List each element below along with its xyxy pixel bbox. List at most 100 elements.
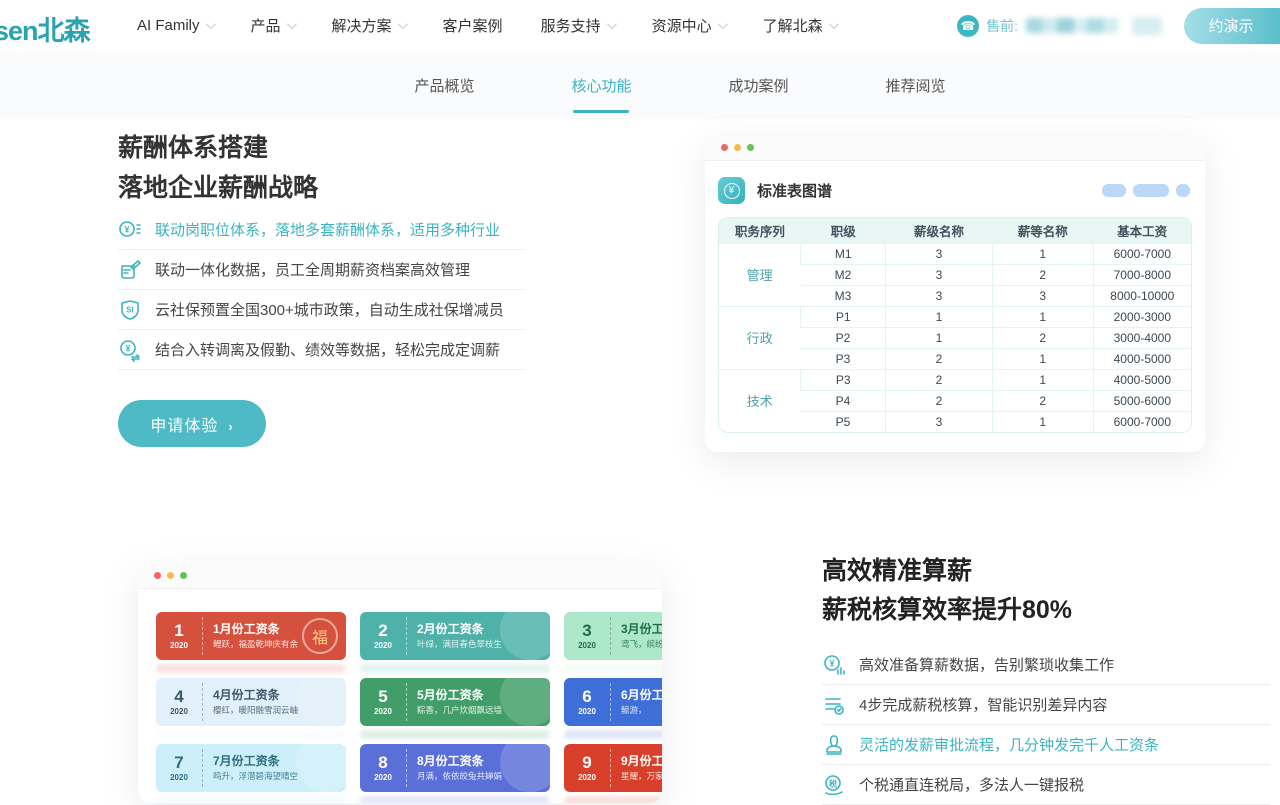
- payroll-title: 高效精准算薪 薪税核算效率提升80%: [822, 552, 1072, 630]
- arrow-right-icon: ›: [228, 419, 233, 434]
- table-cell: 2: [886, 390, 993, 411]
- payslip-tile-cell: 420204月份工资条樱红，暖阳融雪润云岫: [156, 678, 346, 744]
- table-cell: 1: [992, 411, 1093, 432]
- payslip-tile-cell: 920209月份工资条星耀，万家: [564, 744, 662, 803]
- tile-month: 42020: [156, 688, 202, 716]
- tile-reflection: [156, 730, 346, 739]
- pill-button-icon: [1176, 184, 1190, 197]
- tile-subtitle: 粽香，几户炊烟飘远墙: [417, 705, 502, 716]
- chevron-down-icon: [829, 19, 839, 29]
- tile-title: 7月份工资条: [213, 753, 298, 769]
- table-cell: P2: [801, 327, 886, 348]
- salary-system-title-line1: 薪酬体系搭建: [118, 128, 318, 168]
- window-titlebar: [138, 563, 662, 589]
- tab-label: 核心功能: [571, 75, 631, 96]
- table-cell: 3: [886, 285, 993, 306]
- payslip-calendar-card: 120201月份工资条鲤跃，福盈乾坤庆有余福220202月份工资条叶绿，满目春色…: [138, 563, 662, 803]
- feature-text: 个税通直连税局，多法人一键报税: [859, 774, 1084, 795]
- salary-grade-table: 职务序列职级薪级名称薪等名称基本工资 管理M1316000-7000M23270…: [719, 218, 1191, 432]
- nav-item-label: 解决方案: [332, 15, 392, 36]
- nav-item-label: 了解北森: [763, 15, 823, 36]
- payslip-tile: 420204月份工资条樱红，暖阳融雪润云岫: [156, 678, 346, 726]
- main-menu: AI Family 产品 解决方案 客户案例 服务支持 资源中心 了解北森: [137, 0, 836, 51]
- table-cell: P1: [801, 306, 886, 327]
- tile-subtitle: 鲸游，: [621, 705, 662, 716]
- table-cell: 2: [886, 348, 993, 369]
- tab-label: 推荐阅览: [886, 75, 946, 96]
- tile-title: 5月份工资条: [417, 687, 502, 703]
- blurred-chip: [1132, 17, 1162, 35]
- job-series-cell: 行政: [719, 306, 801, 369]
- job-series-cell: 管理: [719, 243, 801, 306]
- table-cell: 7000-8000: [1093, 264, 1191, 285]
- tile-month: 22020: [360, 622, 406, 650]
- table-row: 行政P1112000-3000: [719, 306, 1191, 327]
- nav-right-area: ☎ 售前: 约演示: [957, 0, 1280, 51]
- svg-text:SI: SI: [126, 305, 134, 314]
- tile-title: 8月份工资条: [417, 753, 502, 769]
- table-cell: 6000-7000: [1093, 243, 1191, 264]
- tile-reflection: [156, 796, 346, 803]
- tile-reflection: [564, 664, 662, 673]
- brand-logo[interactable]: sen北森: [0, 9, 90, 48]
- tab-成功案例[interactable]: 成功案例: [729, 51, 789, 119]
- chevron-down-icon: [607, 19, 617, 29]
- payslip-tile: 820208月份工资条月满，依依皎兔共婵娟: [360, 744, 550, 792]
- table-cell: 1: [886, 306, 993, 327]
- column-header: 基本工资: [1093, 218, 1191, 243]
- nav-item-3[interactable]: 客户案例: [443, 15, 503, 36]
- nav-item-4[interactable]: 服务支持: [541, 15, 614, 36]
- feature-item: 税个税通直连税局，多法人一键报税: [822, 765, 1270, 805]
- tile-decoration: [296, 678, 346, 726]
- payslip-tile: 920209月份工资条星耀，万家: [564, 744, 662, 792]
- svg-text:¥: ¥: [125, 343, 130, 353]
- payroll-feature-list: ¥高效准备算薪数据，告别繁琐收集工作4步完成薪税核算，智能识别差异内容灵活的发薪…: [822, 645, 1270, 805]
- tile-month: 82020: [360, 754, 406, 782]
- tile-month: 32020: [564, 622, 610, 650]
- feature-text: 结合入转调离及假勤、绩效等数据，轻松完成定调薪: [155, 339, 500, 360]
- svg-text:¥: ¥: [829, 658, 834, 668]
- table-cell: 8000-10000: [1093, 285, 1191, 306]
- table-cell: 2000-3000: [1093, 306, 1191, 327]
- nav-item-0[interactable]: AI Family: [137, 17, 213, 34]
- column-header: 职务序列: [719, 218, 801, 243]
- zoom-dot-icon: [180, 572, 187, 579]
- feature-item: 灵活的发薪审批流程，几分钟发完千人工资条: [822, 725, 1270, 765]
- tab-label: 产品概览: [414, 75, 474, 96]
- tab-推荐阅览[interactable]: 推荐阅览: [886, 51, 946, 119]
- payslip-tile: 220202月份工资条叶绿，满目春色翠枝生: [360, 612, 550, 660]
- nav-item-6[interactable]: 了解北森: [763, 15, 836, 36]
- tile-title: 3月份工资条: [621, 621, 662, 637]
- section-tabs: 产品概览 核心功能 成功案例 推荐阅览: [0, 51, 1280, 119]
- table-cell: P4: [801, 390, 886, 411]
- table-header-row: 职务序列职级薪级名称薪等名称基本工资: [719, 218, 1191, 243]
- nav-item-1[interactable]: 产品: [251, 15, 294, 36]
- standard-table-card: ¥ 标准表图谱 职务序列职级薪级名称薪等名称基本工资 管理M1316000-70…: [705, 135, 1205, 452]
- checklist-icon: [822, 693, 846, 717]
- payslip-tiles-grid: 120201月份工资条鲤跃，福盈乾坤庆有余福220202月份工资条叶绿，满目春色…: [138, 589, 662, 803]
- table-cell: 2: [992, 390, 1093, 411]
- tile-month: 12020: [156, 622, 202, 650]
- table-cell: 4000-5000: [1093, 369, 1191, 390]
- tab-产品概览[interactable]: 产品概览: [414, 51, 474, 119]
- book-demo-button[interactable]: 约演示: [1184, 8, 1280, 44]
- nav-item-2[interactable]: 解决方案: [332, 15, 405, 36]
- table-cell: M1: [801, 243, 886, 264]
- tab-核心功能[interactable]: 核心功能: [571, 51, 631, 119]
- presale-label: 售前:: [986, 16, 1018, 36]
- card-title-row: ¥ 标准表图谱: [705, 161, 1205, 204]
- tile-reflection: [156, 664, 346, 673]
- chevron-down-icon: [718, 19, 728, 29]
- apply-trial-button[interactable]: 申请体验›: [118, 400, 266, 447]
- tile-title: 2月份工资条: [417, 621, 502, 637]
- nav-item-label: 客户案例: [443, 15, 503, 36]
- feature-item: 联动一体化数据，员工全周期薪资档案高效管理: [118, 250, 524, 290]
- feature-item: ¥联动岗职位体系，落地多套薪酬体系，适用多种行业: [118, 210, 524, 250]
- table-row: 管理M1316000-7000: [719, 243, 1191, 264]
- close-dot-icon: [721, 144, 728, 151]
- tile-subtitle: 星耀，万家: [621, 771, 662, 782]
- tile-decoration: [500, 744, 550, 792]
- nav-item-5[interactable]: 资源中心: [652, 15, 725, 36]
- tile-title: 1月份工资条: [213, 621, 298, 637]
- table-cell: 3000-4000: [1093, 327, 1191, 348]
